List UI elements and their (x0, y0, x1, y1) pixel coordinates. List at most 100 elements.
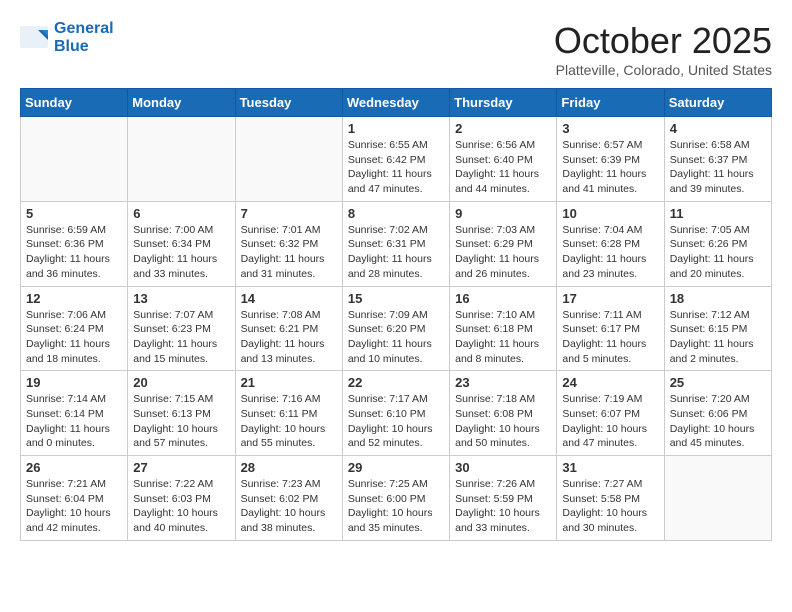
day-info: Sunrise: 7:04 AM Sunset: 6:28 PM Dayligh… (562, 223, 658, 282)
day-number: 30 (455, 460, 551, 475)
day-header-tuesday: Tuesday (235, 89, 342, 117)
day-info: Sunrise: 7:19 AM Sunset: 6:07 PM Dayligh… (562, 392, 658, 451)
day-number: 7 (241, 206, 337, 221)
day-info: Sunrise: 6:55 AM Sunset: 6:42 PM Dayligh… (348, 138, 444, 197)
title-block: October 2025 Platteville, Colorado, Unit… (554, 20, 772, 78)
day-header-wednesday: Wednesday (342, 89, 449, 117)
logo-icon (20, 26, 50, 50)
day-info: Sunrise: 7:05 AM Sunset: 6:26 PM Dayligh… (670, 223, 766, 282)
day-info: Sunrise: 7:23 AM Sunset: 6:02 PM Dayligh… (241, 477, 337, 536)
calendar-cell (21, 117, 128, 202)
day-number: 8 (348, 206, 444, 221)
logo-text: General Blue (54, 20, 114, 56)
day-info: Sunrise: 7:00 AM Sunset: 6:34 PM Dayligh… (133, 223, 229, 282)
calendar-cell: 16Sunrise: 7:10 AM Sunset: 6:18 PM Dayli… (450, 286, 557, 371)
day-number: 24 (562, 375, 658, 390)
calendar-week-1: 1 Sunrise: 6:55 AM Sunset: 6:42 PM Daylig… (21, 117, 772, 202)
day-number: 11 (670, 206, 766, 221)
calendar-cell: 25 Sunrise: 7:20 AM Sunset: 6:06 PM Dayli… (664, 371, 771, 456)
calendar-cell: 26 Sunrise: 7:21 AM Sunset: 6:04 PM Dayli… (21, 456, 128, 541)
day-number: 10 (562, 206, 658, 221)
calendar-table: SundayMondayTuesdayWednesdayThursdayFrid… (20, 88, 772, 541)
calendar-cell: 20 Sunrise: 7:15 AM Sunset: 6:13 PM Dayli… (128, 371, 235, 456)
calendar-cell: 6Sunrise: 7:00 AM Sunset: 6:34 PM Daylig… (128, 201, 235, 286)
calendar-cell: 3 Sunrise: 6:57 AM Sunset: 6:39 PM Daylig… (557, 117, 664, 202)
day-info: Sunrise: 7:14 AM Sunset: 6:14 PM Dayligh… (26, 392, 122, 451)
day-number: 4 (670, 121, 766, 136)
day-number: 23 (455, 375, 551, 390)
calendar-cell: 1 Sunrise: 6:55 AM Sunset: 6:42 PM Daylig… (342, 117, 449, 202)
calendar-cell: 27 Sunrise: 7:22 AM Sunset: 6:03 PM Dayli… (128, 456, 235, 541)
day-number: 18 (670, 291, 766, 306)
calendar-cell: 17 Sunrise: 7:11 AM Sunset: 6:17 PM Dayli… (557, 286, 664, 371)
day-info: Sunrise: 7:07 AM Sunset: 6:23 PM Dayligh… (133, 308, 229, 367)
calendar-cell (128, 117, 235, 202)
day-header-sunday: Sunday (21, 89, 128, 117)
calendar-cell: 24 Sunrise: 7:19 AM Sunset: 6:07 PM Dayli… (557, 371, 664, 456)
calendar-cell: 14 Sunrise: 7:08 AM Sunset: 6:21 PM Dayli… (235, 286, 342, 371)
day-number: 31 (562, 460, 658, 475)
day-info: Sunrise: 7:10 AM Sunset: 6:18 PM Dayligh… (455, 308, 551, 367)
day-info: Sunrise: 6:56 AM Sunset: 6:40 PM Dayligh… (455, 138, 551, 197)
day-number: 2 (455, 121, 551, 136)
day-number: 5 (26, 206, 122, 221)
day-info: Sunrise: 7:02 AM Sunset: 6:31 PM Dayligh… (348, 223, 444, 282)
day-info: Sunrise: 7:21 AM Sunset: 6:04 PM Dayligh… (26, 477, 122, 536)
day-info: Sunrise: 7:06 AM Sunset: 6:24 PM Dayligh… (26, 308, 122, 367)
day-number: 13 (133, 291, 229, 306)
calendar-cell: 11 Sunrise: 7:05 AM Sunset: 6:26 PM Dayli… (664, 201, 771, 286)
day-number: 19 (26, 375, 122, 390)
day-number: 22 (348, 375, 444, 390)
day-info: Sunrise: 7:01 AM Sunset: 6:32 PM Dayligh… (241, 223, 337, 282)
day-number: 17 (562, 291, 658, 306)
calendar-cell: 12Sunrise: 7:06 AM Sunset: 6:24 PM Dayli… (21, 286, 128, 371)
day-info: Sunrise: 6:58 AM Sunset: 6:37 PM Dayligh… (670, 138, 766, 197)
day-info: Sunrise: 7:11 AM Sunset: 6:17 PM Dayligh… (562, 308, 658, 367)
day-number: 20 (133, 375, 229, 390)
calendar-cell: 15Sunrise: 7:09 AM Sunset: 6:20 PM Dayli… (342, 286, 449, 371)
calendar-cell: 13 Sunrise: 7:07 AM Sunset: 6:23 PM Dayli… (128, 286, 235, 371)
calendar-cell: 30 Sunrise: 7:26 AM Sunset: 5:59 PM Dayli… (450, 456, 557, 541)
calendar-header-row: SundayMondayTuesdayWednesdayThursdayFrid… (21, 89, 772, 117)
day-number: 27 (133, 460, 229, 475)
calendar-week-5: 26 Sunrise: 7:21 AM Sunset: 6:04 PM Dayli… (21, 456, 772, 541)
day-info: Sunrise: 7:25 AM Sunset: 6:00 PM Dayligh… (348, 477, 444, 536)
day-number: 28 (241, 460, 337, 475)
day-number: 29 (348, 460, 444, 475)
day-info: Sunrise: 7:26 AM Sunset: 5:59 PM Dayligh… (455, 477, 551, 536)
calendar-cell: 10 Sunrise: 7:04 AM Sunset: 6:28 PM Dayli… (557, 201, 664, 286)
day-number: 3 (562, 121, 658, 136)
calendar-cell: 22 Sunrise: 7:17 AM Sunset: 6:10 PM Dayli… (342, 371, 449, 456)
logo: General Blue (20, 20, 114, 56)
day-info: Sunrise: 7:08 AM Sunset: 6:21 PM Dayligh… (241, 308, 337, 367)
day-info: Sunrise: 7:27 AM Sunset: 5:58 PM Dayligh… (562, 477, 658, 536)
calendar-week-4: 19 Sunrise: 7:14 AM Sunset: 6:14 PM Dayli… (21, 371, 772, 456)
day-info: Sunrise: 7:17 AM Sunset: 6:10 PM Dayligh… (348, 392, 444, 451)
day-info: Sunrise: 7:22 AM Sunset: 6:03 PM Dayligh… (133, 477, 229, 536)
month-title: October 2025 (554, 20, 772, 62)
day-number: 1 (348, 121, 444, 136)
calendar-cell: 29 Sunrise: 7:25 AM Sunset: 6:00 PM Dayli… (342, 456, 449, 541)
calendar-cell: 7 Sunrise: 7:01 AM Sunset: 6:32 PM Daylig… (235, 201, 342, 286)
calendar-cell: 21Sunrise: 7:16 AM Sunset: 6:11 PM Dayli… (235, 371, 342, 456)
day-info: Sunrise: 6:57 AM Sunset: 6:39 PM Dayligh… (562, 138, 658, 197)
calendar-cell: 4 Sunrise: 6:58 AM Sunset: 6:37 PM Daylig… (664, 117, 771, 202)
page-header: General Blue October 2025 Platteville, C… (20, 20, 772, 78)
calendar-cell: 2 Sunrise: 6:56 AM Sunset: 6:40 PM Daylig… (450, 117, 557, 202)
day-number: 26 (26, 460, 122, 475)
day-number: 21 (241, 375, 337, 390)
calendar-cell: 9Sunrise: 7:03 AM Sunset: 6:29 PM Daylig… (450, 201, 557, 286)
day-info: Sunrise: 7:15 AM Sunset: 6:13 PM Dayligh… (133, 392, 229, 451)
calendar-cell (664, 456, 771, 541)
calendar-cell: 28 Sunrise: 7:23 AM Sunset: 6:02 PM Dayli… (235, 456, 342, 541)
day-number: 14 (241, 291, 337, 306)
day-header-thursday: Thursday (450, 89, 557, 117)
day-info: Sunrise: 7:20 AM Sunset: 6:06 PM Dayligh… (670, 392, 766, 451)
day-header-friday: Friday (557, 89, 664, 117)
calendar-cell: 31 Sunrise: 7:27 AM Sunset: 5:58 PM Dayli… (557, 456, 664, 541)
day-number: 9 (455, 206, 551, 221)
day-header-saturday: Saturday (664, 89, 771, 117)
day-info: Sunrise: 7:12 AM Sunset: 6:15 PM Dayligh… (670, 308, 766, 367)
day-number: 25 (670, 375, 766, 390)
location: Platteville, Colorado, United States (554, 62, 772, 78)
